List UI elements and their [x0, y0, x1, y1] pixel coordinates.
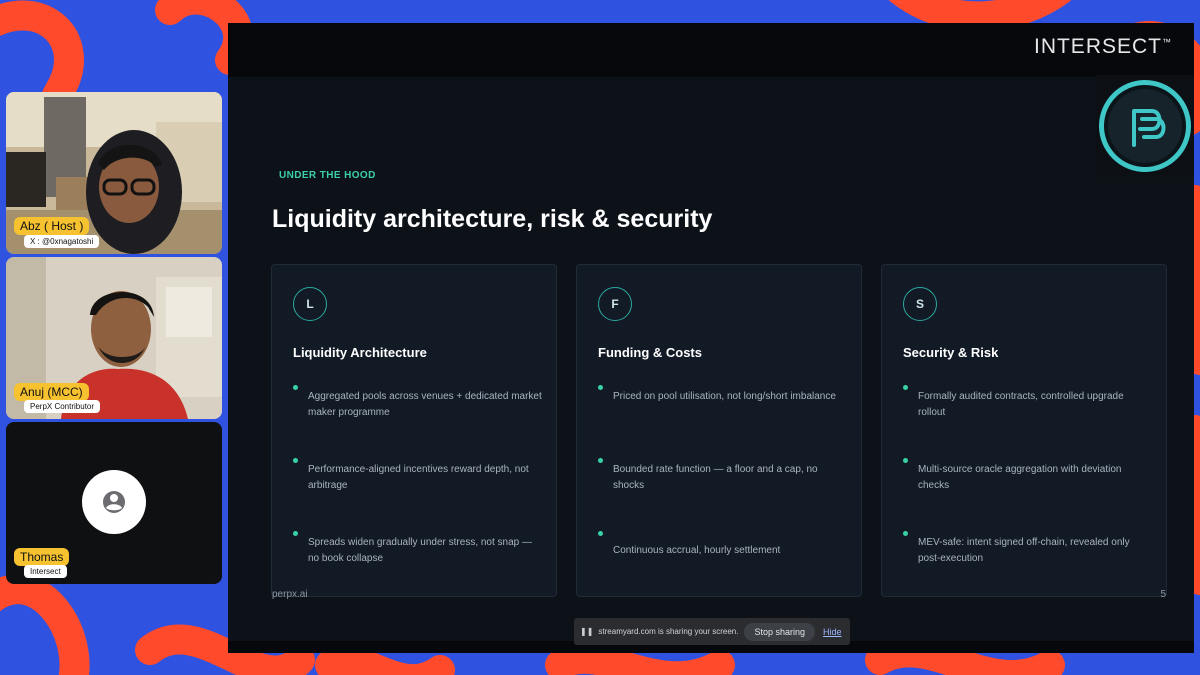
- slide-title: Liquidity architecture, risk & security: [272, 205, 713, 233]
- slide-page-number: 5: [1160, 589, 1166, 600]
- bullet-text: Multi-source oracle aggregation with dev…: [918, 464, 1122, 491]
- pause-icon: ❚❚: [580, 627, 594, 636]
- card-letter-badge: F: [598, 287, 632, 321]
- bullet-dot-icon: [293, 385, 298, 390]
- bullet-text: Aggregated pools across venues + dedicat…: [308, 391, 542, 418]
- share-message: streamyard.com is sharing your screen.: [598, 627, 739, 636]
- bullet-text: Continuous accrual, hourly settlement: [613, 545, 781, 556]
- bullet-dot-icon: [598, 385, 603, 390]
- avatar-placeholder-icon: [82, 470, 146, 534]
- participant-tile-thomas[interactable]: Thomas Intersect: [6, 422, 222, 584]
- bullet-dot-icon: [293, 458, 298, 463]
- card-title: Security & Risk: [903, 345, 999, 360]
- bullet-text: Priced on pool utilisation, not long/sho…: [613, 391, 836, 402]
- bullet-dot-icon: [598, 531, 603, 536]
- presentation-slide: UNDER THE HOOD Liquidity architecture, r…: [228, 77, 1194, 641]
- bullet-text: Formally audited contracts, controlled u…: [918, 391, 1124, 418]
- bullet-dot-icon: [293, 531, 298, 536]
- bullet-dot-icon: [903, 531, 908, 536]
- bullet-text: Spreads widen gradually under stress, no…: [308, 537, 533, 564]
- card-letter-badge: S: [903, 287, 937, 321]
- participant-subtitle: Intersect: [24, 565, 67, 578]
- screen-share-bar: ❚❚ streamyard.com is sharing your screen…: [574, 618, 850, 645]
- shared-screen: INTERSECT™ UNDER THE HOOD Liquidity arch…: [228, 23, 1194, 653]
- perpx-logo: [1096, 75, 1194, 177]
- bullet-dot-icon: [903, 458, 908, 463]
- participant-subtitle: PerpX Contributor: [24, 400, 101, 413]
- slide-kicker: UNDER THE HOOD: [279, 170, 376, 181]
- participant-name: Abz ( Host ): [14, 217, 90, 235]
- card-title: Liquidity Architecture: [293, 345, 427, 360]
- bullet-text: Performance-aligned incentives reward de…: [308, 464, 529, 491]
- participant-tile-host[interactable]: Abz ( Host ) X : @0xnagatoshi: [6, 92, 222, 254]
- card-liquidity-architecture: L Liquidity Architecture Aggregated pool…: [271, 264, 557, 597]
- card-funding-costs: F Funding & Costs Priced on pool utilisa…: [576, 264, 862, 597]
- hide-link[interactable]: Hide: [823, 627, 842, 637]
- stop-sharing-button[interactable]: Stop sharing: [744, 622, 816, 641]
- brand-name: INTERSECT: [1033, 35, 1162, 58]
- participant-name: Thomas: [14, 548, 70, 566]
- bullet-dot-icon: [903, 385, 908, 390]
- participant-name: Anuj (MCC): [14, 383, 89, 401]
- participant-tile-anuj[interactable]: Anuj (MCC) PerpX Contributor: [6, 257, 222, 419]
- perpx-logo-icon: [1099, 80, 1191, 172]
- intersect-brand: INTERSECT™: [1034, 35, 1172, 59]
- brand-trademark: ™: [1162, 37, 1172, 47]
- bullet-dot-icon: [598, 458, 603, 463]
- card-security-risk: S Security & Risk Formally audited contr…: [881, 264, 1167, 597]
- bullet-text: Bounded rate function — a floor and a ca…: [613, 464, 818, 491]
- bullet-text: MEV-safe: intent signed off-chain, revea…: [918, 537, 1130, 564]
- participant-subtitle: X : @0xnagatoshi: [24, 235, 100, 248]
- card-title: Funding & Costs: [598, 345, 702, 360]
- slide-footer-url: perpx.ai: [272, 589, 308, 600]
- card-letter-badge: L: [293, 287, 327, 321]
